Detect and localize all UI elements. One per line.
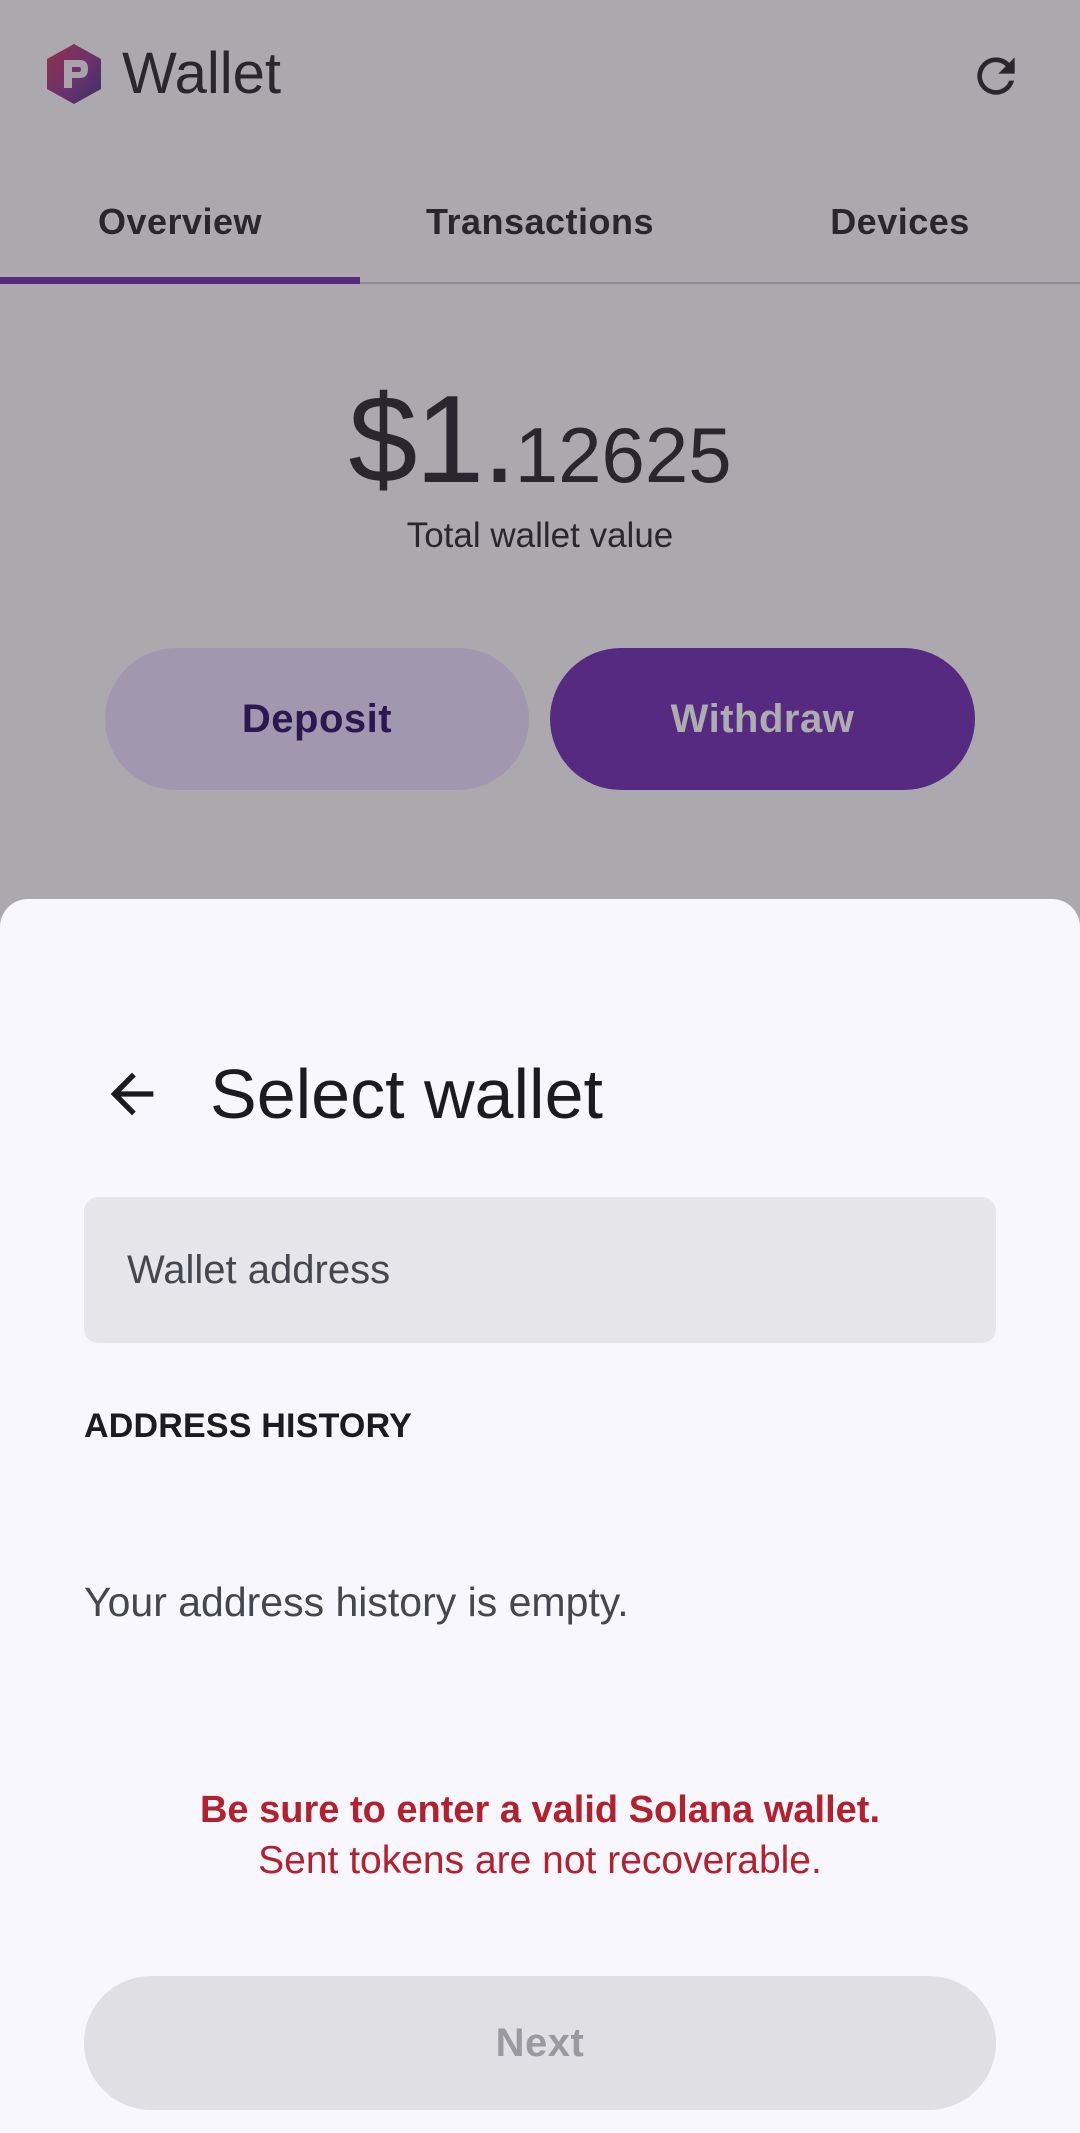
sheet-title: Select wallet — [210, 1055, 603, 1133]
warning-text: Sent tokens are not recoverable. — [258, 1839, 822, 1882]
wallet-address-input[interactable] — [84, 1197, 996, 1343]
address-history-empty-text: Your address history is empty. — [84, 1579, 629, 1625]
warning-heading: Be sure to enter a valid Solana wallet. — [199, 1789, 880, 1831]
select-wallet-sheet: Select wallet ADDRESS HISTORY Your addre… — [0, 899, 1080, 2133]
screen: Wallet Overview Transactions Devices $1.… — [0, 0, 1080, 2133]
address-history-heading: ADDRESS HISTORY — [84, 1407, 412, 1445]
arrow-left-icon[interactable] — [100, 1062, 164, 1126]
next-button[interactable]: Next — [84, 1976, 996, 2110]
